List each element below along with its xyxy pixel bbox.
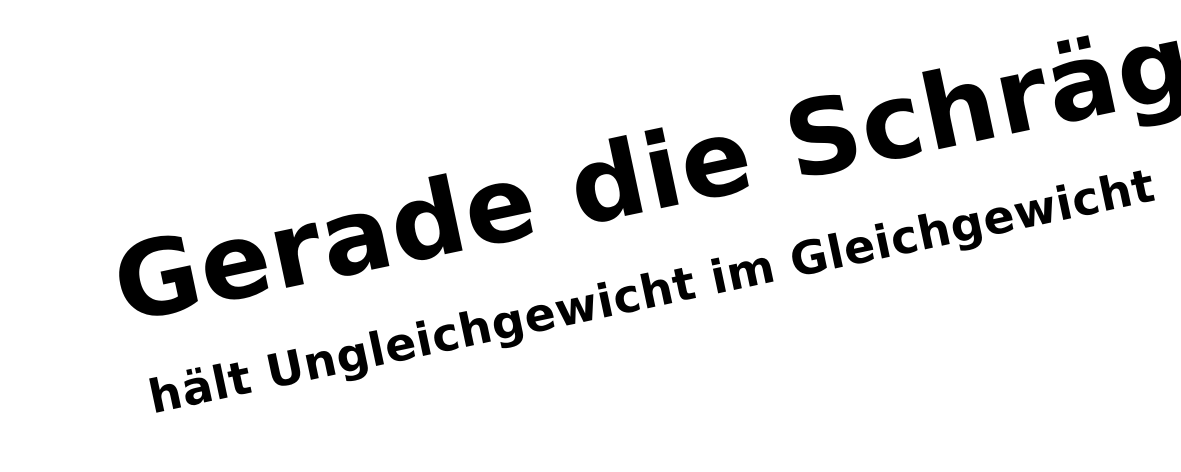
slogan-canvas: Gerade die Schräge hält Ungleichgewicht …: [0, 0, 1181, 472]
tilted-slogan: Gerade die Schräge hält Ungleichgewicht …: [72, 0, 1181, 424]
